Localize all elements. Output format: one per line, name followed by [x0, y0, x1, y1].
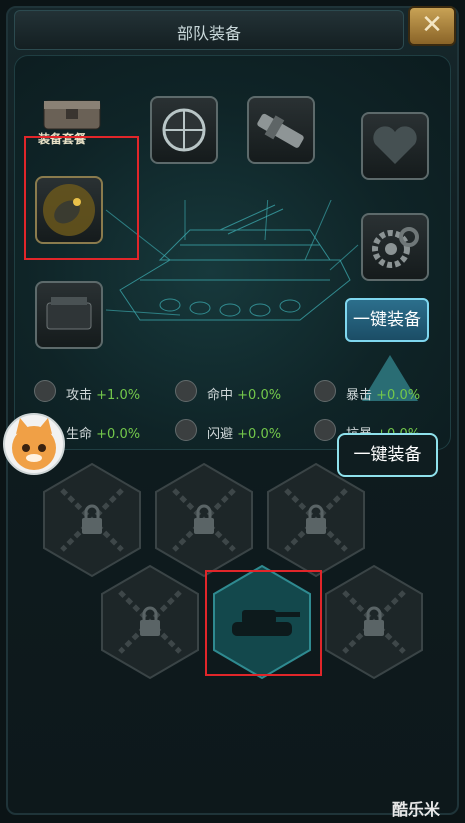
unit-slot-locked[interactable]: [325, 565, 423, 679]
unit-slot-locked[interactable]: [43, 463, 141, 577]
watermark: 酷乐米: [392, 800, 441, 819]
stat-dodge: 闪避 +0.0%: [207, 427, 282, 442]
engine-icon: [46, 297, 92, 330]
unit-slot-locked[interactable]: [155, 463, 253, 577]
stat-critical: 暴击 +0.0%: [346, 388, 421, 403]
equipment-slot-gear[interactable]: [361, 213, 429, 281]
equipment-slot-armor-core[interactable]: [361, 112, 429, 180]
barrel-icon: [257, 113, 304, 148]
unit-slot-locked[interactable]: [267, 463, 365, 577]
scope-icon: [162, 108, 206, 152]
highlight-box-tank: [205, 570, 322, 676]
critical-icon: [314, 380, 336, 402]
stat-health: 生命 +0.0%: [66, 427, 141, 442]
heart-icon: [373, 126, 417, 164]
title-bar: 部队装备: [14, 10, 404, 50]
attack-icon: [34, 380, 56, 402]
one-key-equip-button[interactable]: 一键装备: [345, 298, 429, 342]
gear-icon: [372, 227, 419, 268]
equipment-slot-scope[interactable]: [150, 96, 218, 164]
page-title: 部队装备: [176, 24, 241, 43]
accuracy-icon: [175, 380, 197, 402]
stat-accuracy: 命中 +0.0%: [207, 388, 282, 403]
tank-wireframe: [105, 200, 359, 321]
crit-resist-icon: [314, 419, 336, 441]
unit-slot-locked[interactable]: [101, 565, 199, 679]
equipment-slot-barrel[interactable]: [247, 96, 315, 164]
dodge-icon: [175, 419, 197, 441]
stat-attack: 攻击 +1.0%: [66, 388, 141, 403]
close-button[interactable]: ✕: [408, 6, 456, 46]
equipment-set-icon[interactable]: [40, 95, 104, 135]
highlight-box-shell: [24, 136, 139, 260]
equipment-slot-engine[interactable]: [35, 281, 103, 349]
